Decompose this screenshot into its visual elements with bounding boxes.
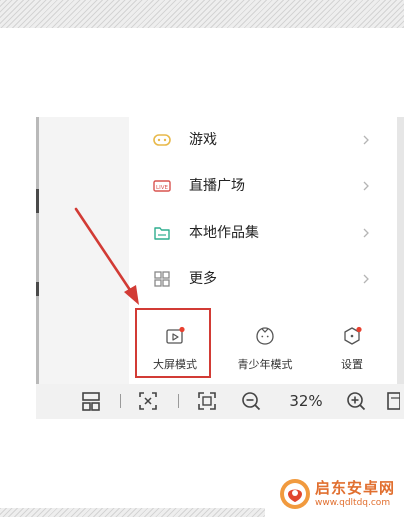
top-hatch-band [0, 0, 404, 28]
phone-screen: 游戏 LIVE 直播广场 本地作品集 更多 大屏模式 青少年模式 设置 [36, 117, 404, 419]
zoom-level-display: 32% [286, 388, 326, 414]
bottom-hatch-band [0, 508, 265, 517]
settings-button[interactable]: 设置 [314, 303, 390, 381]
zoom-in-button[interactable] [343, 388, 369, 414]
left-edge-mark [36, 189, 39, 213]
svg-text:LIVE: LIVE [156, 185, 168, 191]
settings-label: 设置 [341, 358, 363, 371]
live-icon: LIVE [153, 180, 171, 192]
right-edge-strip [397, 117, 404, 385]
page-icon [387, 392, 400, 410]
zoom-level: 32% [289, 392, 323, 410]
folder-icon [154, 227, 170, 240]
chevron-right-icon [363, 181, 369, 191]
toolbar-separator [178, 394, 179, 408]
menu-item-more[interactable]: 更多 [129, 256, 397, 302]
settings-hexagon-icon [344, 326, 362, 345]
page-button[interactable] [386, 388, 404, 414]
watermark-logo-icon [280, 479, 310, 509]
highlight-box [135, 308, 211, 378]
teen-mode-label: 青少年模式 [237, 358, 293, 371]
menu-item-live-square[interactable]: LIVE 直播广场 [129, 163, 397, 209]
chevron-right-icon [363, 228, 369, 238]
fit-page-button[interactable] [78, 388, 104, 414]
watermark-url: www.qdltdq.com [315, 497, 391, 508]
viewer-toolbar: 32% [36, 384, 404, 419]
teen-mode-button[interactable]: 青少年模式 [227, 303, 303, 381]
menu-item-game[interactable]: 游戏 [129, 117, 397, 163]
watermark: 启东安卓网 www.qdltdq.com [278, 475, 404, 513]
crop-icon [139, 392, 157, 410]
zoom-out-button[interactable] [238, 388, 264, 414]
fit-page-icon [82, 392, 100, 411]
zoom-in-icon [347, 392, 366, 411]
gamepad-icon [153, 134, 171, 146]
chevron-right-icon [363, 135, 369, 145]
teen-face-icon [256, 327, 274, 345]
left-edge-strip [36, 117, 39, 419]
menu-item-label: 直播广场 [189, 178, 245, 194]
crop-button[interactable] [135, 388, 161, 414]
toolbar-separator [120, 394, 121, 408]
fullscreen-button[interactable] [194, 388, 220, 414]
chevron-right-icon [363, 274, 369, 284]
menu-item-label: 更多 [189, 271, 217, 287]
menu-item-label: 游戏 [189, 132, 217, 148]
zoom-out-icon [242, 392, 261, 411]
fullscreen-icon [198, 392, 216, 410]
left-edge-mark [36, 282, 39, 296]
menu-item-local-works[interactable]: 本地作品集 [129, 210, 397, 256]
watermark-title: 启东安卓网 [315, 478, 396, 497]
menu-item-label: 本地作品集 [189, 225, 259, 241]
grid-icon [154, 271, 170, 287]
